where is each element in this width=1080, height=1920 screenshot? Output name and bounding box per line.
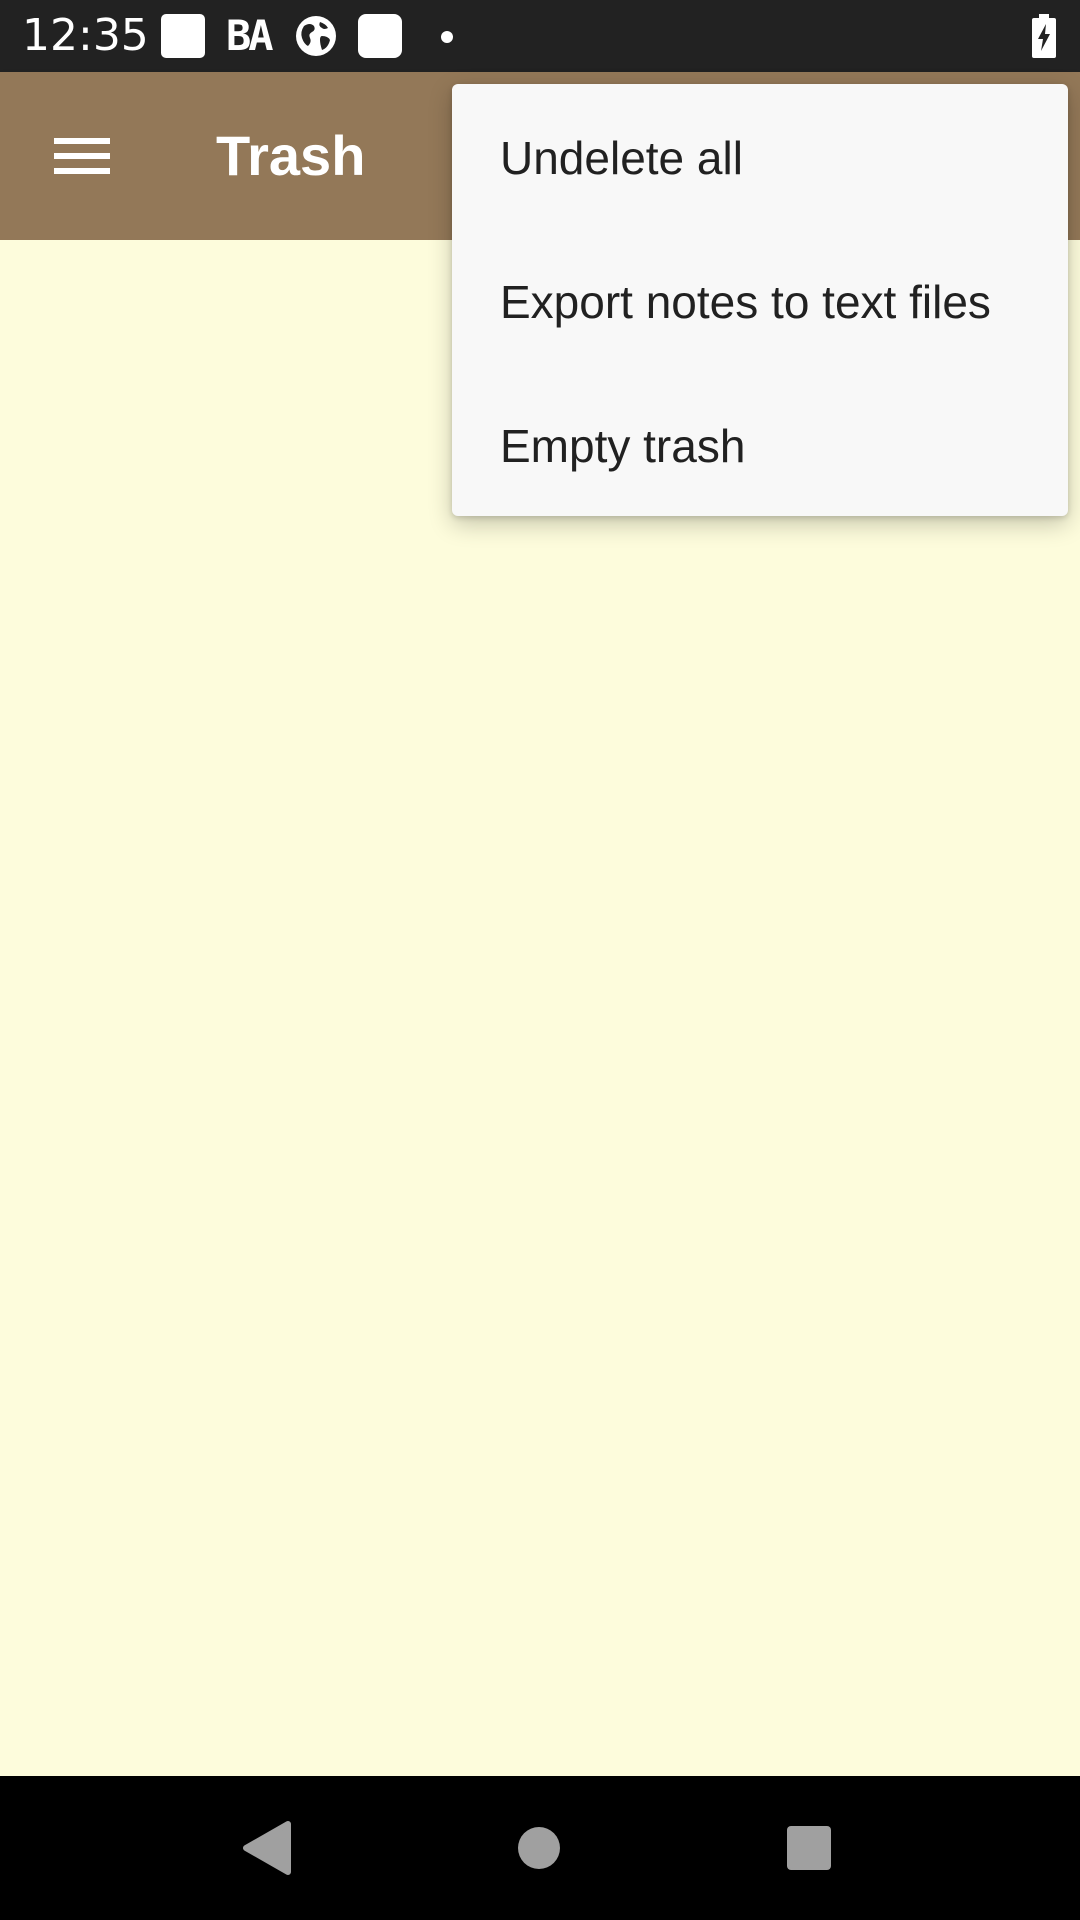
- hamburger-menu-icon-line: [54, 168, 110, 174]
- hamburger-menu-icon: [54, 138, 110, 144]
- hamburger-menu-icon-line: [54, 153, 110, 159]
- overflow-menu: Undelete all Export notes to text files …: [452, 84, 1068, 516]
- home-icon[interactable]: [489, 1798, 589, 1898]
- menu-item-label: Export notes to text files: [500, 276, 991, 328]
- navigation-bar: [0, 1776, 1080, 1920]
- globe-icon: [296, 16, 336, 56]
- status-bar: 12:35 BA: [0, 0, 1080, 72]
- notification-square-icon: [358, 14, 402, 58]
- menu-item-export-notes[interactable]: Export notes to text files: [452, 228, 1068, 372]
- battery-charging-icon: [1032, 14, 1056, 58]
- hamburger-menu-button[interactable]: [30, 108, 134, 204]
- ba-icon: BA: [226, 11, 274, 60]
- dot-icon: [441, 31, 453, 43]
- status-time: 12:35: [22, 10, 149, 61]
- notification-square-icon: [161, 14, 205, 58]
- menu-item-label: Undelete all: [500, 132, 743, 184]
- back-icon[interactable]: [216, 1798, 316, 1898]
- page-title: Trash: [216, 124, 366, 187]
- menu-item-undelete-all[interactable]: Undelete all: [452, 84, 1068, 228]
- screen: 12:35 BA Trash Undelete all Export notes…: [0, 0, 1080, 1920]
- menu-item-label: Empty trash: [500, 420, 746, 472]
- menu-item-empty-trash[interactable]: Empty trash: [452, 372, 1068, 516]
- recents-icon[interactable]: [759, 1798, 859, 1898]
